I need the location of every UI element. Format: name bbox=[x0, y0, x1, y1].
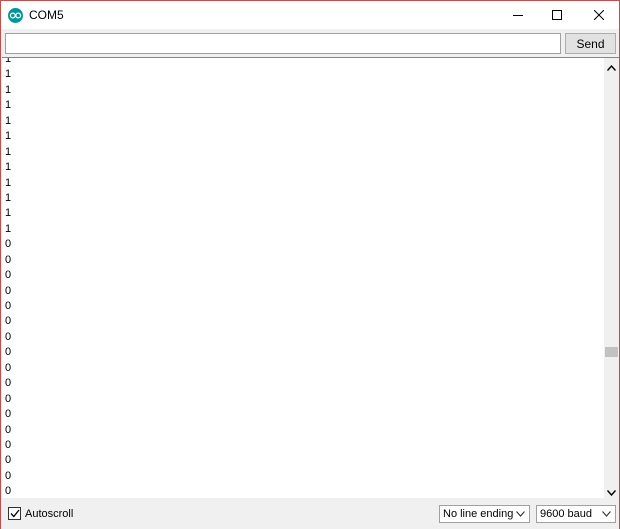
output-line: 0 bbox=[5, 454, 12, 467]
chevron-down-icon bbox=[516, 511, 525, 517]
output-line: 1 bbox=[5, 222, 12, 235]
output-line: 1 bbox=[5, 191, 12, 204]
output-line: 1 bbox=[5, 130, 12, 143]
output-line: 1 bbox=[5, 176, 12, 189]
output-line: 0 bbox=[5, 300, 12, 312]
autoscroll-checkbox[interactable] bbox=[8, 507, 21, 520]
autoscroll-label: Autoscroll bbox=[25, 507, 74, 520]
output-line: 1 bbox=[5, 145, 12, 158]
send-button[interactable]: Send bbox=[565, 33, 616, 54]
output-line: 0 bbox=[5, 408, 12, 421]
output-line: 0 bbox=[5, 315, 12, 328]
output-line: 1 bbox=[5, 99, 12, 112]
close-icon bbox=[594, 10, 604, 20]
arduino-logo-icon bbox=[8, 8, 23, 23]
serial-monitor-window: COM5 Send 111111111111000000000000000000 bbox=[0, 0, 620, 529]
output-line: 0 bbox=[5, 269, 12, 282]
output-lines: 111111111111000000000000000000 bbox=[5, 57, 12, 498]
output-line: 0 bbox=[5, 469, 12, 482]
autoscroll-toggle[interactable]: Autoscroll bbox=[8, 507, 73, 520]
output-line: 0 bbox=[5, 377, 12, 390]
output-line: 1 bbox=[5, 207, 12, 220]
status-bar: Autoscroll No line ending 9600 baud bbox=[1, 499, 619, 529]
output-line: 0 bbox=[5, 330, 12, 343]
scroll-up-button[interactable] bbox=[604, 60, 619, 75]
output-line: 0 bbox=[5, 238, 12, 251]
output-line: 1 bbox=[5, 57, 12, 65]
chevron-down-icon bbox=[602, 511, 611, 517]
send-input[interactable] bbox=[5, 33, 561, 54]
serial-output[interactable]: 111111111111000000000000000000 bbox=[2, 57, 604, 498]
vertical-scrollbar[interactable] bbox=[604, 57, 619, 498]
output-line: 0 bbox=[5, 438, 12, 451]
output-line: 0 bbox=[5, 361, 12, 374]
maximize-button[interactable] bbox=[534, 1, 580, 29]
output-line: 1 bbox=[5, 83, 12, 96]
output-line: 0 bbox=[5, 485, 12, 498]
output-line: 1 bbox=[5, 68, 12, 81]
output-line: 1 bbox=[5, 161, 12, 174]
send-bar: Send bbox=[1, 29, 619, 57]
minimize-icon bbox=[513, 15, 523, 16]
line-ending-select[interactable]: No line ending bbox=[439, 505, 530, 523]
checkmark-icon bbox=[10, 509, 20, 518]
line-ending-value: No line ending bbox=[443, 508, 514, 520]
baud-rate-value: 9600 baud bbox=[540, 508, 592, 520]
output-line: 1 bbox=[5, 114, 12, 127]
chevron-down-icon bbox=[607, 489, 616, 496]
close-button[interactable] bbox=[576, 1, 620, 29]
title-bar[interactable]: COM5 bbox=[1, 1, 619, 29]
output-line: 0 bbox=[5, 423, 12, 436]
output-line: 0 bbox=[5, 284, 12, 297]
scroll-thumb[interactable] bbox=[605, 347, 618, 357]
output-line: 0 bbox=[5, 392, 12, 405]
output-line: 0 bbox=[5, 253, 12, 266]
scroll-down-button[interactable] bbox=[604, 485, 619, 500]
maximize-icon bbox=[552, 10, 562, 20]
chevron-up-icon bbox=[607, 64, 616, 71]
output-line: 0 bbox=[5, 346, 12, 359]
baud-rate-select[interactable]: 9600 baud bbox=[536, 505, 616, 523]
window-title: COM5 bbox=[29, 8, 64, 22]
